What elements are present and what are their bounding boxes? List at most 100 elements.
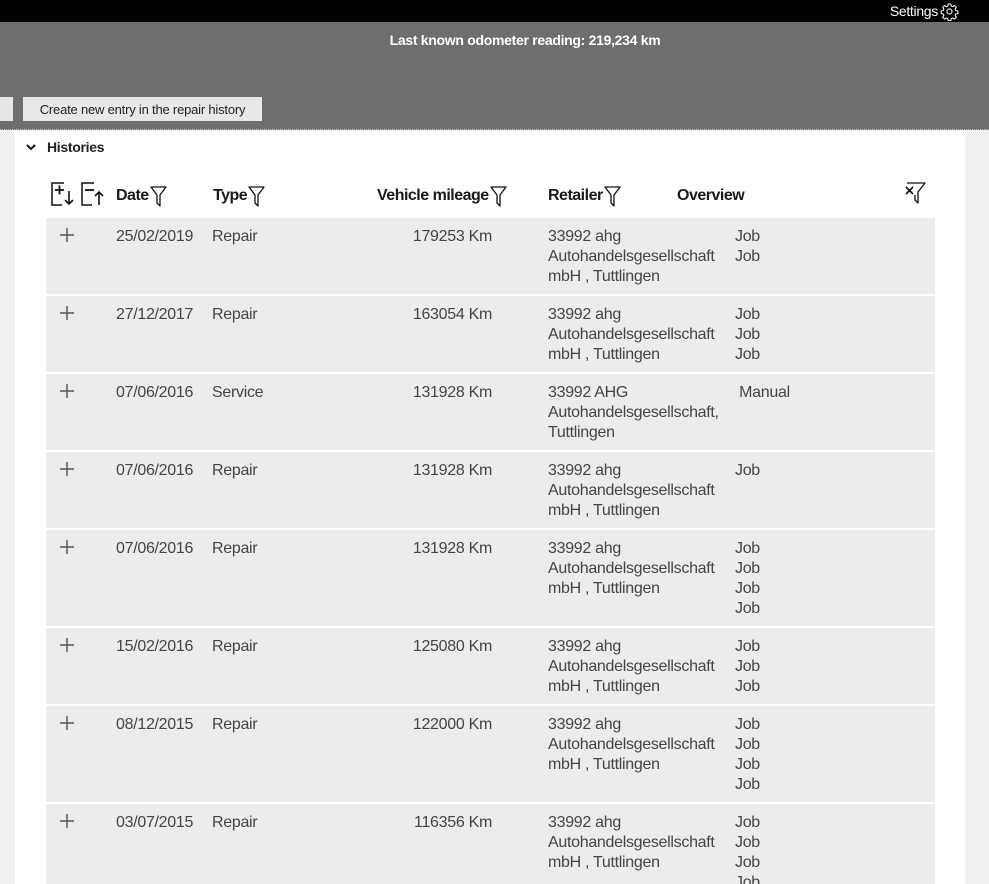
row-overview: Job Job Job: [735, 305, 760, 365]
row-type: Repair: [212, 638, 258, 655]
expand-row-icon[interactable]: [59, 715, 75, 731]
row-date: 27/12/2017: [116, 306, 194, 323]
collapse-all-icon[interactable]: [80, 181, 106, 207]
retailer-line: 33992 ahg: [548, 540, 621, 557]
histories-panel: Histories Date Type Vehicle mileage Reta…: [15, 131, 965, 884]
table-row[interactable]: 08/12/2015 Repair 122000 Km 33992 ahg Autoha…: [46, 706, 935, 802]
overview-item[interactable]: Job: [735, 853, 760, 873]
overview-item[interactable]: Job: [735, 715, 760, 735]
retailer-line: 33992 AHG: [548, 384, 629, 401]
overview-item[interactable]: Job: [735, 833, 760, 853]
expand-row-icon[interactable]: [59, 461, 75, 477]
overview-item[interactable]: Manual: [735, 383, 790, 403]
overview-item[interactable]: Job: [735, 247, 760, 267]
row-retailer: 33992 ahg Autohandelsgesellschaft mbH , Tu…: [548, 637, 734, 697]
overview-item[interactable]: Job: [735, 305, 760, 325]
row-mileage: 131928 Km: [412, 540, 492, 557]
overview-item[interactable]: Job: [735, 755, 760, 775]
table-row[interactable]: 25/02/2019 Repair 179253 Km 33992 ahg Autoha…: [46, 218, 935, 294]
table-row[interactable]: 03/07/2015 Repair 116356 Km 33992 ahg Autoha…: [46, 804, 935, 884]
row-date: 07/06/2016: [116, 384, 194, 401]
overview-item[interactable]: Job: [735, 775, 760, 795]
table-row[interactable]: 07/06/2016 Repair 131928 Km 33992 ahg Autoha…: [46, 530, 935, 626]
row-type: Repair: [212, 814, 258, 831]
filter-icon[interactable]: [248, 185, 265, 207]
overview-item[interactable]: Job: [735, 579, 760, 599]
gear-icon: [940, 2, 959, 21]
row-date: 07/06/2016: [116, 540, 194, 557]
overview-item[interactable]: Job: [735, 873, 760, 884]
table-row[interactable]: 07/06/2016 Service 131928 Km 33992 AHG Autoh…: [46, 374, 935, 450]
history-table-body: 25/02/2019 Repair 179253 Km 33992 ahg Autoha…: [46, 218, 935, 884]
row-mileage: 125080 Km: [412, 638, 492, 655]
row-mileage: 131928 Km: [412, 462, 492, 479]
retailer-line: mbH , Tuttlingen: [548, 580, 660, 597]
column-header-date: Date: [116, 183, 167, 209]
overview-item[interactable]: Job: [735, 677, 760, 697]
histories-toggle[interactable]: Histories: [25, 139, 105, 155]
table-row[interactable]: 15/02/2016 Repair 125080 Km 33992 ahg Autoha…: [46, 628, 935, 704]
row-overview: Job: [735, 461, 760, 481]
row-overview: Job Job Job Job: [735, 539, 760, 619]
type-header-label: Type: [213, 187, 248, 204]
row-overview: Job Job: [735, 227, 760, 267]
filter-icon[interactable]: [150, 185, 167, 207]
row-type: Service: [212, 384, 264, 401]
overview-item[interactable]: Job: [735, 813, 760, 833]
overview-item[interactable]: Job: [735, 637, 760, 657]
overview-item[interactable]: Job: [735, 325, 760, 345]
retailer-line: 33992 ahg: [548, 814, 621, 831]
retailer-line: mbH , Tuttlingen: [548, 346, 660, 363]
row-overview: Job Job Job: [735, 637, 760, 697]
expand-row-icon[interactable]: [59, 539, 75, 555]
table-row[interactable]: 27/12/2017 Repair 163054 Km 33992 ahg Autoha…: [46, 296, 935, 372]
retailer-line: mbH , Tuttlingen: [548, 756, 660, 773]
row-mileage: 122000 Km: [412, 716, 492, 733]
retailer-line: Autohandelsgesellschaft: [548, 736, 715, 753]
retailer-line: Autohandelsgesellschaft,: [548, 404, 719, 421]
retailer-line: mbH , Tuttlingen: [548, 678, 660, 695]
column-header-overview: Overview: [677, 183, 745, 209]
row-retailer: 33992 ahg Autohandelsgesellschaft mbH , Tu…: [548, 227, 734, 287]
row-date: 08/12/2015: [116, 716, 194, 733]
retailer-line: mbH , Tuttlingen: [548, 502, 660, 519]
row-date: 07/06/2016: [116, 462, 194, 479]
expand-row-icon[interactable]: [59, 813, 75, 829]
filter-icon[interactable]: [604, 185, 621, 207]
retailer-line: 33992 ahg: [548, 462, 621, 479]
settings-label: Settings: [889, 3, 938, 19]
expand-row-icon[interactable]: [59, 305, 75, 321]
expand-row-icon[interactable]: [59, 383, 75, 399]
retailer-line: mbH , Tuttlingen: [548, 854, 660, 871]
overview-item[interactable]: Job: [735, 657, 760, 677]
expand-row-icon[interactable]: [59, 637, 75, 653]
row-retailer: 33992 ahg Autohandelsgesellschaft mbH , Tu…: [548, 461, 734, 521]
expand-all-icon[interactable]: [50, 181, 76, 207]
column-header-mileage: Vehicle mileage: [377, 183, 507, 209]
clear-filter-icon[interactable]: [903, 181, 927, 205]
overview-item[interactable]: Job: [735, 735, 760, 755]
expand-row-icon[interactable]: [59, 227, 75, 243]
overview-item[interactable]: Job: [735, 599, 760, 619]
row-retailer: 33992 ahg Autohandelsgesellschaft mbH , Tu…: [548, 305, 734, 365]
row-retailer: 33992 AHG Autohandelsgesellschaft, Tuttlin…: [548, 383, 734, 443]
retailer-line: 33992 ahg: [548, 638, 621, 655]
row-retailer: 33992 ahg Autohandelsgesellschaft mbH , Tu…: [548, 813, 734, 873]
create-entry-button[interactable]: Create new entry in the repair history: [23, 97, 262, 121]
filter-icon[interactable]: [490, 185, 507, 207]
overview-item[interactable]: Job: [735, 559, 760, 579]
overview-item[interactable]: Job: [735, 539, 760, 559]
row-type: Repair: [212, 462, 258, 479]
collapsed-side-tab[interactable]: [0, 97, 13, 121]
overview-item[interactable]: Job: [735, 227, 760, 247]
top-bar: Settings: [0, 0, 989, 22]
overview-item[interactable]: Job: [735, 345, 760, 365]
retailer-header-label: Retailer: [548, 187, 603, 204]
retailer-line: Tuttlingen: [548, 424, 615, 441]
overview-item[interactable]: Job: [735, 461, 760, 481]
settings-button[interactable]: Settings: [890, 0, 959, 22]
retailer-line: Autohandelsgesellschaft: [548, 482, 715, 499]
table-row[interactable]: 07/06/2016 Repair 131928 Km 33992 ahg Autoha…: [46, 452, 935, 528]
row-mileage: 131928 Km: [412, 384, 492, 401]
overview-header-label: Overview: [677, 187, 745, 204]
